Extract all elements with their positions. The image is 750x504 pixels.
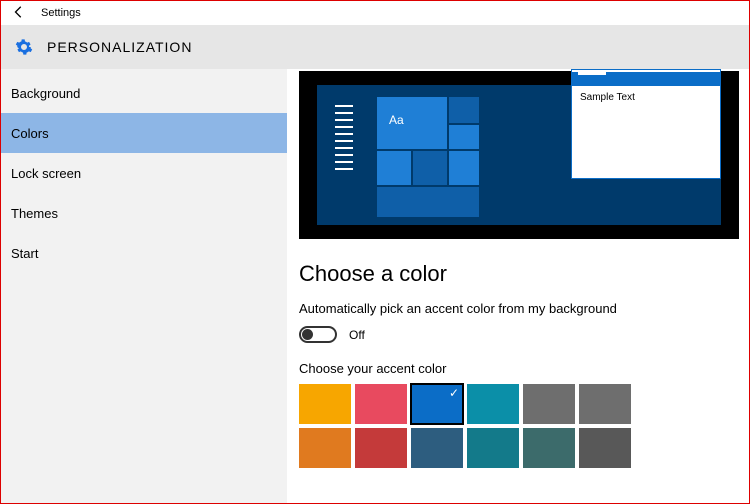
check-icon: ✓ — [449, 386, 459, 400]
sidebar-item-lock-screen[interactable]: Lock screen — [1, 153, 287, 193]
toggle-knob — [302, 329, 313, 340]
preview-tile — [377, 151, 411, 185]
preview-tile-aa: Aa — [377, 97, 447, 149]
sidebar-item-label: Colors — [11, 126, 49, 141]
settings-window: Settings PERSONALIZATION Background Colo… — [0, 0, 750, 504]
auto-pick-toggle-row: Off — [299, 326, 737, 343]
preview-tile — [449, 97, 479, 123]
preview-window-titlebar — [572, 72, 720, 86]
accent-color-label: Choose your accent color — [299, 361, 737, 376]
preview-tile — [377, 187, 479, 217]
auto-pick-label: Automatically pick an accent color from … — [299, 301, 737, 316]
accent-swatch[interactable] — [467, 384, 519, 424]
main-panel: Aa Sample Text Choose a color Automatica… — [287, 69, 749, 503]
accent-swatch[interactable] — [411, 428, 463, 468]
sidebar-item-colors[interactable]: Colors — [1, 113, 287, 153]
preview-tile — [449, 151, 479, 185]
accent-swatch[interactable] — [355, 384, 407, 424]
auto-pick-toggle[interactable] — [299, 326, 337, 343]
accent-swatch[interactable] — [467, 428, 519, 468]
header: PERSONALIZATION — [1, 25, 749, 69]
sidebar-item-start[interactable]: Start — [1, 233, 287, 273]
accent-swatch[interactable]: ✓ — [411, 384, 463, 424]
sidebar-item-label: Lock screen — [11, 166, 81, 181]
preview-window-text: Sample Text — [572, 86, 720, 109]
sidebar-item-themes[interactable]: Themes — [1, 193, 287, 233]
toggle-state-label: Off — [349, 328, 365, 342]
accent-swatch[interactable] — [355, 428, 407, 468]
titlebar: Settings — [1, 1, 749, 25]
accent-swatch[interactable] — [579, 384, 631, 424]
sidebar-item-background[interactable]: Background — [1, 73, 287, 113]
accent-swatch[interactable] — [299, 428, 351, 468]
gear-icon — [15, 38, 33, 56]
window-title: Settings — [41, 7, 81, 19]
sidebar-item-label: Start — [11, 246, 38, 261]
sidebar-item-label: Background — [11, 86, 80, 101]
back-button[interactable] — [9, 5, 29, 22]
sidebar: Background Colors Lock screen Themes Sta… — [1, 69, 287, 503]
header-title: PERSONALIZATION — [47, 39, 192, 55]
accent-swatch[interactable] — [523, 428, 575, 468]
section-title: Choose a color — [299, 261, 737, 287]
preview-tile — [413, 151, 447, 185]
accent-swatch[interactable] — [299, 384, 351, 424]
color-preview: Aa Sample Text — [299, 71, 739, 239]
preview-tile — [449, 125, 479, 149]
preview-window: Sample Text — [571, 69, 721, 179]
accent-swatch[interactable] — [579, 428, 631, 468]
body: Background Colors Lock screen Themes Sta… — [1, 69, 749, 503]
accent-swatch[interactable] — [523, 384, 575, 424]
preview-tiles: Aa — [377, 97, 487, 217]
sidebar-item-label: Themes — [11, 206, 58, 221]
preview-menu-lines — [335, 105, 357, 170]
accent-swatch-grid: ✓ — [299, 384, 737, 468]
